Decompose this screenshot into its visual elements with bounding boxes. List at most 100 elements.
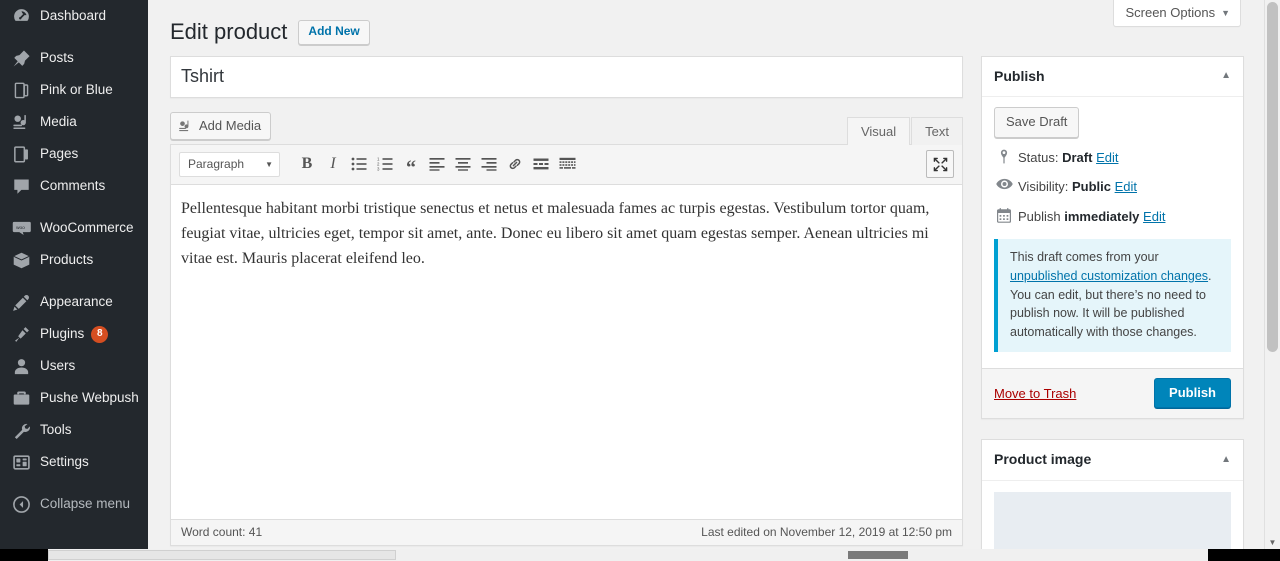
sidebar-item-label: Products bbox=[40, 252, 94, 268]
editor-mode-tabs: Visual Text bbox=[846, 116, 963, 148]
status-value: Draft bbox=[1062, 149, 1093, 165]
vertical-scrollbar-thumb[interactable] bbox=[1267, 2, 1278, 352]
scroll-down-arrow-icon[interactable]: ▼ bbox=[1265, 538, 1280, 547]
publish-time-value: immediately bbox=[1064, 208, 1140, 224]
sidebar-item-dashboard[interactable]: Dashboard bbox=[0, 0, 148, 32]
user-icon bbox=[11, 356, 31, 376]
chevron-down-icon: ▼ bbox=[265, 159, 273, 169]
sidebar-item-label: Plugins bbox=[40, 326, 85, 342]
sidebar-item-label: Settings bbox=[40, 454, 89, 470]
pin-icon bbox=[994, 148, 1014, 164]
italic-button[interactable]: I bbox=[320, 152, 346, 176]
sidebar-item-products[interactable]: Products bbox=[0, 244, 148, 276]
plug-icon bbox=[11, 324, 31, 344]
customization-changes-link[interactable]: unpublished customization changes bbox=[1010, 269, 1208, 283]
publish-panel-header[interactable]: Publish ▲ bbox=[982, 57, 1243, 98]
sidebar-item-label: Media bbox=[40, 114, 77, 130]
horizontal-scrollbar-thumb[interactable] bbox=[48, 550, 396, 560]
chevron-up-icon[interactable]: ▲ bbox=[1221, 454, 1231, 465]
horizontal-scrollbar-track[interactable] bbox=[48, 549, 1208, 561]
visibility-text: Visibility: Public Edit bbox=[1018, 177, 1137, 197]
dashboard-icon bbox=[11, 6, 31, 26]
publish-button[interactable]: Publish bbox=[1154, 377, 1231, 409]
media-icon bbox=[11, 112, 31, 132]
blockquote-button[interactable]: “ bbox=[398, 152, 424, 178]
publish-time-edit-link[interactable]: Edit bbox=[1143, 209, 1165, 224]
visibility-label: Visibility: bbox=[1018, 179, 1069, 195]
admin-sidebar: Dashboard Posts Pink or Blue Media Pages Comm… bbox=[0, 0, 148, 549]
sidebar-item-plugins[interactable]: Plugins 8 bbox=[0, 318, 148, 350]
read-more-button[interactable] bbox=[528, 152, 554, 176]
sidebar-item-settings[interactable]: Settings bbox=[0, 446, 148, 478]
sidebar-item-pushe-webpush[interactable]: Pushe Webpush bbox=[0, 382, 148, 414]
publish-footer: Move to Trash Publish bbox=[982, 367, 1243, 419]
pin-icon bbox=[11, 48, 31, 68]
bulleted-list-button[interactable] bbox=[346, 152, 372, 176]
chevron-up-icon[interactable]: ▲ bbox=[1221, 71, 1231, 81]
editor-tab-text[interactable]: Text bbox=[911, 117, 963, 148]
add-new-button[interactable]: Add New bbox=[298, 20, 370, 45]
editor-tab-visual[interactable]: Visual bbox=[846, 117, 911, 148]
insert-link-button[interactable] bbox=[502, 152, 528, 176]
align-right-button[interactable] bbox=[476, 152, 502, 176]
briefcase-icon bbox=[11, 388, 31, 408]
sidebar-item-tools[interactable]: Tools bbox=[0, 414, 148, 446]
settings-icon bbox=[11, 452, 31, 472]
draft-notice-part1: This draft comes from your bbox=[1010, 250, 1159, 265]
sidebar-item-posts[interactable]: Posts bbox=[0, 42, 148, 74]
editor-paragraph: Pellentesque habitant morbi tristique se… bbox=[181, 200, 930, 267]
product-image-panel-header[interactable]: Product image ▲ bbox=[982, 440, 1243, 481]
numbered-list-button[interactable]: 1 2 3 bbox=[372, 152, 398, 176]
svg-text:3: 3 bbox=[377, 167, 380, 171]
sidebar-item-label: Posts bbox=[40, 50, 74, 66]
sidebar-item-label: WooCommerce bbox=[40, 220, 134, 236]
sidebar-separator bbox=[0, 202, 148, 212]
sidebar-item-label: Pages bbox=[40, 146, 79, 162]
sidebar-item-comments[interactable]: Comments bbox=[0, 170, 148, 202]
eye-icon bbox=[994, 177, 1014, 190]
admin-main-area: Screen Options ▼ Edit product Add New Ts… bbox=[148, 0, 1280, 561]
product-title-input[interactable] bbox=[171, 57, 962, 97]
visibility-edit-link[interactable]: Edit bbox=[1115, 179, 1137, 194]
save-draft-button[interactable]: Save Draft bbox=[994, 107, 1080, 138]
sidebar-item-appearance[interactable]: Appearance bbox=[0, 286, 148, 318]
format-select-value: Paragraph bbox=[188, 157, 245, 172]
visibility-value: Public bbox=[1071, 179, 1111, 195]
add-media-button[interactable]: Add Media bbox=[170, 112, 272, 141]
editor-content-area[interactable]: Pellentesque habitant morbi tristique se… bbox=[171, 185, 962, 519]
bold-button[interactable]: B bbox=[294, 152, 320, 176]
sidebar-item-pages[interactable]: Pages bbox=[0, 138, 148, 170]
sidebar-separator bbox=[0, 32, 148, 42]
status-label: Status: bbox=[1018, 149, 1059, 165]
sidebar-item-media[interactable]: Media bbox=[0, 106, 148, 138]
vertical-scrollbar[interactable]: ▼ bbox=[1264, 0, 1280, 549]
paragraph-format-select[interactable]: Paragraph ▼ bbox=[179, 151, 280, 177]
horizontal-scrollbar[interactable] bbox=[0, 549, 1280, 561]
move-to-trash-link[interactable]: Move to Trash bbox=[994, 386, 1076, 401]
toolbar-toggle-button[interactable] bbox=[554, 152, 580, 176]
sidebar-item-collapse-menu[interactable]: Collapse menu bbox=[0, 488, 148, 520]
sidebar-item-label: Comments bbox=[40, 178, 106, 194]
sidebar-item-pink-or-blue[interactable]: Pink or Blue bbox=[0, 74, 148, 106]
align-center-button[interactable] bbox=[450, 152, 476, 176]
screen-options-button[interactable]: Screen Options ▼ bbox=[1113, 0, 1241, 27]
brush-icon bbox=[11, 292, 31, 312]
draft-notice: This draft comes from your unpublished c… bbox=[994, 239, 1231, 352]
sidebar-separator bbox=[0, 478, 148, 488]
calendar-icon bbox=[994, 207, 1014, 223]
sidebar-item-label: Pushe Webpush bbox=[40, 390, 139, 406]
sidebar-item-users[interactable]: Users bbox=[0, 350, 148, 382]
post-body: Add Media VisualText Paragraph ▼ B I bbox=[148, 56, 1280, 561]
horizontal-scrollbar-thumb-secondary[interactable] bbox=[848, 551, 908, 559]
publish-panel-body: Save Draft Status: Draft Edit Visibility… bbox=[982, 97, 1243, 352]
status-text: Status: Draft Edit bbox=[1018, 148, 1118, 168]
align-left-button[interactable] bbox=[424, 152, 450, 176]
sidebar-item-woocommerce[interactable]: woo WooCommerce bbox=[0, 212, 148, 244]
sidebar-item-label: Appearance bbox=[40, 294, 113, 310]
status-edit-link[interactable]: Edit bbox=[1096, 150, 1118, 165]
publish-time-text: Publish immediately Edit bbox=[1018, 207, 1165, 227]
fullscreen-toggle-button[interactable] bbox=[926, 150, 954, 179]
products-icon bbox=[11, 250, 31, 270]
sidebar-item-label: Collapse menu bbox=[40, 496, 131, 512]
media-icon bbox=[178, 119, 193, 134]
